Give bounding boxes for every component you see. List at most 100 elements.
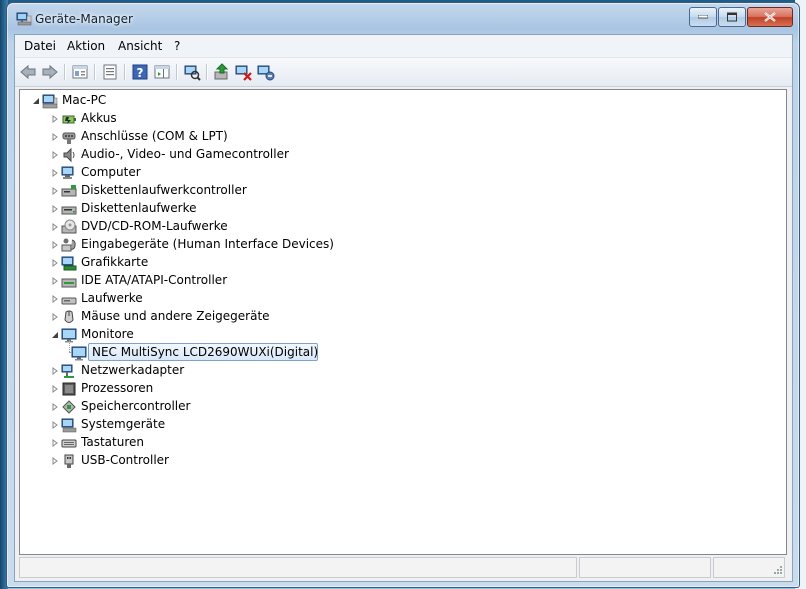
expand-arrow-icon[interactable]: [51, 151, 59, 159]
disk-drive-icon: [61, 297, 77, 305]
resize-grip-icon[interactable]: [773, 565, 783, 575]
usb-icon: [64, 454, 74, 468]
tree-category-label: DVD/CD-ROM-Laufwerke: [81, 219, 228, 233]
toolbar-separator: [206, 64, 208, 80]
port-icon: [62, 132, 76, 144]
caption-buttons: [688, 7, 793, 27]
menu-aktion[interactable]: Aktion: [67, 39, 105, 53]
tree-category-label: Mäuse und andere Zeigegeräte: [81, 309, 270, 323]
toolbar-separator: [94, 64, 96, 80]
expand-arrow-icon[interactable]: [51, 223, 59, 231]
tree-category-label: Netzwerkadapter: [81, 363, 185, 377]
tree-category-label: Computer: [81, 165, 141, 179]
close-button[interactable]: [747, 7, 793, 27]
tree-category-label: Systemgeräte: [81, 417, 166, 431]
expand-arrow-icon[interactable]: [51, 169, 59, 177]
collapse-arrow-icon[interactable]: [51, 331, 59, 339]
expand-arrow-icon[interactable]: [51, 115, 59, 123]
computer-icon: [61, 166, 74, 179]
tree-category-label: Diskettenlaufwerke: [81, 201, 197, 215]
maximize-icon: [727, 12, 737, 22]
toolbar-separator: [124, 64, 126, 80]
disable-device-icon[interactable]: [235, 63, 253, 81]
window-client-area: Datei Aktion Ansicht ? ? Mac-PC Akkus An…: [14, 34, 793, 582]
menu-help[interactable]: ?: [174, 39, 180, 53]
tree-category-label: Audio-, Video- und Gamecontroller: [81, 147, 289, 161]
toolbar-separator: [64, 64, 66, 80]
tree-category-label: Monitore: [81, 327, 134, 341]
expand-arrow-icon[interactable]: [51, 187, 59, 195]
toolbar: ?: [15, 58, 792, 87]
maximize-button[interactable]: [718, 7, 746, 27]
tree-category-label: Grafikkarte: [81, 255, 149, 269]
expand-arrow-icon[interactable]: [51, 385, 59, 393]
uninstall-device-icon[interactable]: [257, 63, 275, 81]
action-pane-icon[interactable]: [153, 63, 171, 81]
device-tree[interactable]: Mac-PC Akkus Anschlüsse (COM & LPT) Audio-…: [19, 89, 787, 555]
tree-category-label: Tastaturen: [81, 435, 144, 449]
tree-device-label: NEC MultiSync LCD2690WUXi(Digital): [92, 345, 319, 359]
system-device-icon: [61, 418, 77, 433]
tree-category-label: Diskettenlaufwerkcontroller: [81, 183, 247, 197]
floppy-controller-icon: [61, 185, 77, 197]
toolbar-separator: [176, 64, 178, 80]
status-bar: [19, 557, 785, 578]
menu-bar: Datei Aktion Ansicht ?: [15, 35, 792, 58]
tree-root-label: Mac-PC: [62, 93, 107, 107]
expand-arrow-icon[interactable]: [51, 403, 59, 411]
mouse-icon: [64, 310, 74, 323]
forward-icon[interactable]: [41, 63, 59, 81]
keyboard-icon: [61, 439, 77, 448]
menu-datei[interactable]: Datei: [24, 39, 56, 53]
expand-arrow-icon[interactable]: [51, 457, 59, 465]
processor-icon: [62, 382, 76, 396]
display-adapter-icon: [61, 256, 77, 271]
tree-category-label: Akkus: [81, 111, 117, 125]
expand-arrow-icon[interactable]: [51, 241, 59, 249]
minimize-button[interactable]: [689, 7, 717, 27]
speaker-icon: [63, 147, 75, 163]
window-title: Geräte-Manager: [35, 12, 133, 26]
hid-icon: [61, 238, 76, 252]
network-adapter-icon: [61, 364, 74, 378]
svg-text:?: ?: [137, 66, 144, 80]
computer-root-icon: [42, 94, 58, 109]
help-icon[interactable]: ?: [131, 63, 149, 81]
floppy-drive-icon: [61, 206, 77, 215]
expand-arrow-icon[interactable]: [51, 367, 59, 375]
tree-category-label: Eingabegeräte (Human Interface Devices): [81, 237, 334, 251]
storage-controller-icon: [62, 400, 76, 414]
tree-category-label: Laufwerke: [81, 291, 143, 305]
properties-view-icon[interactable]: [71, 63, 89, 81]
minimize-icon: [698, 15, 708, 19]
scan-hardware-icon[interactable]: [183, 63, 201, 81]
expand-arrow-icon[interactable]: [51, 421, 59, 429]
expand-arrow-icon[interactable]: [51, 133, 59, 141]
title-bar[interactable]: Geräte-Manager: [7, 3, 799, 33]
collapse-arrow-icon[interactable]: [32, 97, 40, 105]
device-manager-window: Geräte-Manager Datei Aktion Ansicht ? ? …: [6, 2, 800, 588]
monitor-icon: [71, 346, 87, 361]
expand-arrow-icon[interactable]: [51, 313, 59, 321]
tree-category-label: Prozessoren: [81, 381, 154, 395]
expand-arrow-icon[interactable]: [51, 205, 59, 213]
status-cell-secondary: [579, 557, 711, 578]
back-icon[interactable]: [19, 63, 37, 81]
tree-category-label: USB-Controller: [81, 453, 169, 467]
close-icon: [764, 12, 776, 22]
console-tree-icon[interactable]: [101, 63, 119, 81]
expand-arrow-icon[interactable]: [51, 295, 59, 303]
tree-connector: [69, 340, 70, 352]
expand-arrow-icon[interactable]: [51, 439, 59, 447]
dvd-drive-icon: [61, 219, 77, 234]
menu-ansicht[interactable]: Ansicht: [118, 39, 162, 53]
expand-arrow-icon[interactable]: [51, 259, 59, 267]
tree-category-label: Speichercontroller: [81, 399, 191, 413]
expand-arrow-icon[interactable]: [51, 277, 59, 285]
tree-category-label: Anschlüsse (COM & LPT): [81, 129, 228, 143]
update-driver-icon[interactable]: [213, 63, 231, 81]
ide-controller-icon: [61, 278, 77, 288]
tree-category-label: IDE ATA/ATAPI-Controller: [81, 273, 228, 287]
battery-icon: [62, 115, 76, 124]
status-cell-main: [19, 557, 577, 578]
